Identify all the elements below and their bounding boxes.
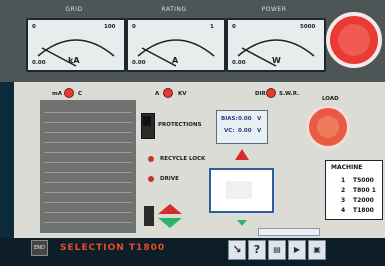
entry-field[interactable] [258,228,320,236]
list-row[interactable] [44,184,132,193]
recycle-lock-indicator [148,156,154,162]
power-scale-max: 5000 [300,24,316,30]
machine-title: MACHINE [331,164,363,171]
list-row[interactable] [44,114,132,123]
grid-scale-min: 0 [32,24,36,30]
recycle-lock-label: RECYCLE LOCK [160,156,206,162]
top-right-knob[interactable] [326,12,382,68]
power-header: POWER [261,6,287,13]
grid-low: 0.00 [32,60,46,66]
parameter-list [40,100,136,233]
machine-num-2: 2 [341,187,346,194]
a-label: A [155,91,160,97]
document-tool-button[interactable]: ▤ [268,240,286,260]
power-low: 0.00 [232,60,246,66]
vc-value: 0.00 [238,128,252,134]
drive-indicator [148,176,154,182]
grid-header: GRID [65,6,83,13]
kv-label: KV [178,91,187,97]
vc-label: VC: [224,128,235,134]
machine-num-1: 1 [341,177,346,184]
dir-knob[interactable] [266,88,276,98]
down-arrow-icon[interactable] [236,219,248,227]
swr-label: S.W.R. [279,91,300,97]
drive-label: DRIVE [160,176,179,182]
rating-header: RATING [161,6,187,13]
load-knob[interactable] [306,105,350,149]
list-row[interactable] [44,104,132,113]
protections-label: PROTECTIONS [158,122,202,128]
machine-name-3[interactable]: T2000 [353,197,374,204]
selection-display-inner [226,181,252,199]
dir-label: DIR [255,91,266,97]
end-button[interactable]: END [31,240,48,256]
rating-scale-max: 1 [210,24,214,30]
bias-unit: V [257,116,262,122]
selection-status: SELECTION T1800 [60,243,166,253]
image-tool-button[interactable]: ▣ [308,240,326,260]
list-row[interactable] [44,124,132,133]
vc-unit: V [257,128,262,134]
list-row[interactable] [44,204,132,213]
machine-name-1[interactable]: T5000 [353,177,374,184]
drive-slider[interactable] [144,206,154,226]
list-row[interactable] [44,174,132,183]
bias-value: 0.00 [238,116,252,122]
list-row[interactable] [44,194,132,203]
rating-low: 0.00 [132,60,146,66]
rating-meter: 0 1 0.00 A [126,18,226,72]
up-arrow-icon[interactable] [234,148,250,162]
grid-meter: 0 100 0.00 kA [26,18,126,72]
help-button[interactable]: ? [248,240,266,260]
ma-knob[interactable] [64,88,74,98]
protections-switch-handle [143,116,151,126]
list-row[interactable] [44,144,132,153]
list-row[interactable] [44,164,132,173]
rating-scale-min: 0 [132,24,136,30]
machine-num-4: 4 [341,207,346,214]
cursor-tool-button[interactable]: ▶ [288,240,306,260]
c-label: C [78,91,83,97]
machine-num-3: 3 [341,197,346,204]
machine-name-4[interactable]: T1800 [353,207,374,214]
list-row[interactable] [44,214,132,223]
load-label: LOAD [322,96,339,102]
machine-name-2[interactable]: T800 1 [353,187,376,194]
up-down-arrows[interactable] [157,202,183,230]
a-knob[interactable] [163,88,173,98]
power-meter: 0 5000 0.00 W [226,18,326,72]
power-scale-min: 0 [232,24,236,30]
grid-unit: kA [68,56,80,65]
arrow-tool-button[interactable]: ↘ [228,240,246,260]
power-unit: W [272,56,281,65]
ma-label: mA [52,91,62,97]
rating-unit: A [172,56,179,65]
list-row[interactable] [44,134,132,143]
bias-label: BIAS: [221,116,238,122]
grid-scale-max: 100 [104,24,116,30]
list-row[interactable] [44,154,132,163]
